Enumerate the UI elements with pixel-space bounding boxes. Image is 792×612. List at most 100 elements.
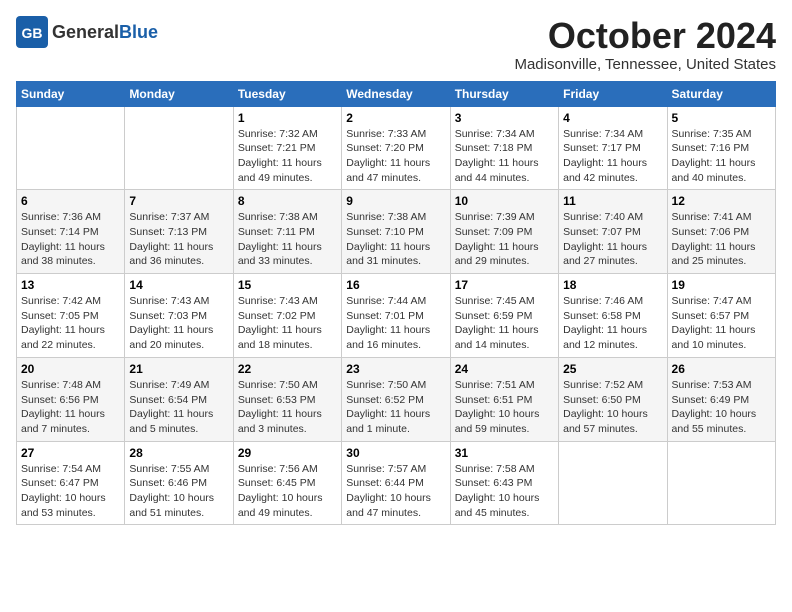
- calendar-day-cell: 25 Sunrise: 7:52 AMSunset: 6:50 PMDayligh…: [559, 357, 667, 441]
- logo-icon: GB: [16, 16, 48, 48]
- day-number: 26: [672, 362, 771, 376]
- calendar-day-cell: 13 Sunrise: 7:42 AMSunset: 7:05 PMDayligh…: [17, 274, 125, 358]
- calendar-day-cell: 22Sunrise: 7:50 AMSunset: 6:53 PMDayligh…: [233, 357, 341, 441]
- calendar-day-cell: [17, 106, 125, 190]
- calendar-day-cell: 28 Sunrise: 7:55 AMSunset: 6:46 PMDayligh…: [125, 441, 233, 525]
- day-info: Sunrise: 7:49 AMSunset: 6:54 PMDaylight:…: [129, 378, 228, 437]
- day-number: 9: [346, 194, 445, 208]
- day-number: 10: [455, 194, 554, 208]
- calendar-day-cell: 8 Sunrise: 7:38 AMSunset: 7:11 PMDaylight…: [233, 190, 341, 274]
- logo-blue: Blue: [119, 22, 158, 42]
- day-number: 5: [672, 111, 771, 125]
- day-number: 8: [238, 194, 337, 208]
- calendar-day-cell: 18 Sunrise: 7:46 AMSunset: 6:58 PMDayligh…: [559, 274, 667, 358]
- day-info: Sunrise: 7:52 AMSunset: 6:50 PMDaylight:…: [563, 378, 662, 437]
- day-info: Sunrise: 7:53 AMSunset: 6:49 PMDaylight:…: [672, 378, 771, 437]
- day-info: Sunrise: 7:46 AMSunset: 6:58 PMDaylight:…: [563, 294, 662, 353]
- calendar-header-row: SundayMondayTuesdayWednesdayThursdayFrid…: [17, 81, 776, 106]
- day-number: 2: [346, 111, 445, 125]
- calendar-table: SundayMondayTuesdayWednesdayThursdayFrid…: [16, 81, 776, 526]
- day-number: 15: [238, 278, 337, 292]
- calendar-day-cell: 10 Sunrise: 7:39 AMSunset: 7:09 PMDayligh…: [450, 190, 558, 274]
- day-info: Sunrise: 7:43 AMSunset: 7:02 PMDaylight:…: [238, 294, 337, 353]
- day-number: 1: [238, 111, 337, 125]
- day-number: 23: [346, 362, 445, 376]
- day-number: 3: [455, 111, 554, 125]
- day-header-sunday: Sunday: [17, 81, 125, 106]
- day-number: 18: [563, 278, 662, 292]
- calendar-day-cell: 23 Sunrise: 7:50 AMSunset: 6:52 PMDayligh…: [342, 357, 450, 441]
- day-info: Sunrise: 7:54 AMSunset: 6:47 PMDaylight:…: [21, 462, 120, 521]
- day-number: 28: [129, 446, 228, 460]
- day-info: Sunrise: 7:44 AMSunset: 7:01 PMDaylight:…: [346, 294, 445, 353]
- calendar-day-cell: 26 Sunrise: 7:53 AMSunset: 6:49 PMDayligh…: [667, 357, 775, 441]
- calendar-day-cell: 1 Sunrise: 7:32 AMSunset: 7:21 PMDaylight…: [233, 106, 341, 190]
- day-number: 6: [21, 194, 120, 208]
- day-info: Sunrise: 7:38 AMSunset: 7:11 PMDaylight:…: [238, 210, 337, 269]
- logo: GB GeneralBlue: [16, 16, 158, 48]
- calendar-day-cell: 20 Sunrise: 7:48 AMSunset: 6:56 PMDayligh…: [17, 357, 125, 441]
- day-number: 12: [672, 194, 771, 208]
- day-info: Sunrise: 7:32 AMSunset: 7:21 PMDaylight:…: [238, 127, 337, 186]
- day-info: Sunrise: 7:42 AMSunset: 7:05 PMDaylight:…: [21, 294, 120, 353]
- calendar-day-cell: 5 Sunrise: 7:35 AMSunset: 7:16 PMDaylight…: [667, 106, 775, 190]
- day-header-wednesday: Wednesday: [342, 81, 450, 106]
- day-header-monday: Monday: [125, 81, 233, 106]
- day-info: Sunrise: 7:43 AMSunset: 7:03 PMDaylight:…: [129, 294, 228, 353]
- day-info: Sunrise: 7:57 AMSunset: 6:44 PMDaylight:…: [346, 462, 445, 521]
- calendar-day-cell: [667, 441, 775, 525]
- logo-text: GeneralBlue: [52, 22, 158, 43]
- calendar-day-cell: 27 Sunrise: 7:54 AMSunset: 6:47 PMDayligh…: [17, 441, 125, 525]
- calendar-week-row: 1 Sunrise: 7:32 AMSunset: 7:21 PMDaylight…: [17, 106, 776, 190]
- day-info: Sunrise: 7:34 AMSunset: 7:17 PMDaylight:…: [563, 127, 662, 186]
- calendar-day-cell: 14Sunrise: 7:43 AMSunset: 7:03 PMDayligh…: [125, 274, 233, 358]
- calendar-day-cell: 6Sunrise: 7:36 AMSunset: 7:14 PMDaylight…: [17, 190, 125, 274]
- title-block: October 2024 Madisonville, Tennessee, Un…: [514, 16, 776, 73]
- day-info: Sunrise: 7:33 AMSunset: 7:20 PMDaylight:…: [346, 127, 445, 186]
- day-number: 31: [455, 446, 554, 460]
- day-number: 27: [21, 446, 120, 460]
- calendar-day-cell: 4Sunrise: 7:34 AMSunset: 7:17 PMDaylight…: [559, 106, 667, 190]
- day-info: Sunrise: 7:40 AMSunset: 7:07 PMDaylight:…: [563, 210, 662, 269]
- day-info: Sunrise: 7:47 AMSunset: 6:57 PMDaylight:…: [672, 294, 771, 353]
- day-number: 19: [672, 278, 771, 292]
- day-info: Sunrise: 7:39 AMSunset: 7:09 PMDaylight:…: [455, 210, 554, 269]
- day-info: Sunrise: 7:45 AMSunset: 6:59 PMDaylight:…: [455, 294, 554, 353]
- calendar-day-cell: 11Sunrise: 7:40 AMSunset: 7:07 PMDayligh…: [559, 190, 667, 274]
- day-info: Sunrise: 7:56 AMSunset: 6:45 PMDaylight:…: [238, 462, 337, 521]
- calendar-day-cell: 17 Sunrise: 7:45 AMSunset: 6:59 PMDayligh…: [450, 274, 558, 358]
- day-info: Sunrise: 7:41 AMSunset: 7:06 PMDaylight:…: [672, 210, 771, 269]
- day-info: Sunrise: 7:35 AMSunset: 7:16 PMDaylight:…: [672, 127, 771, 186]
- day-info: Sunrise: 7:37 AMSunset: 7:13 PMDaylight:…: [129, 210, 228, 269]
- calendar-day-cell: 19 Sunrise: 7:47 AMSunset: 6:57 PMDayligh…: [667, 274, 775, 358]
- logo-general: General: [52, 22, 119, 42]
- day-number: 20: [21, 362, 120, 376]
- day-number: 30: [346, 446, 445, 460]
- day-header-thursday: Thursday: [450, 81, 558, 106]
- day-info: Sunrise: 7:50 AMSunset: 6:53 PMDaylight:…: [238, 378, 337, 437]
- calendar-day-cell: 24Sunrise: 7:51 AMSunset: 6:51 PMDayligh…: [450, 357, 558, 441]
- day-number: 13: [21, 278, 120, 292]
- day-number: 25: [563, 362, 662, 376]
- calendar-day-cell: 2 Sunrise: 7:33 AMSunset: 7:20 PMDaylight…: [342, 106, 450, 190]
- calendar-day-cell: 15 Sunrise: 7:43 AMSunset: 7:02 PMDayligh…: [233, 274, 341, 358]
- calendar-day-cell: 29 Sunrise: 7:56 AMSunset: 6:45 PMDayligh…: [233, 441, 341, 525]
- calendar-day-cell: 21Sunrise: 7:49 AMSunset: 6:54 PMDayligh…: [125, 357, 233, 441]
- day-info: Sunrise: 7:38 AMSunset: 7:10 PMDaylight:…: [346, 210, 445, 269]
- day-header-tuesday: Tuesday: [233, 81, 341, 106]
- day-number: 16: [346, 278, 445, 292]
- calendar-week-row: 13 Sunrise: 7:42 AMSunset: 7:05 PMDayligh…: [17, 274, 776, 358]
- day-info: Sunrise: 7:48 AMSunset: 6:56 PMDaylight:…: [21, 378, 120, 437]
- day-info: Sunrise: 7:50 AMSunset: 6:52 PMDaylight:…: [346, 378, 445, 437]
- day-info: Sunrise: 7:55 AMSunset: 6:46 PMDaylight:…: [129, 462, 228, 521]
- day-number: 17: [455, 278, 554, 292]
- day-number: 29: [238, 446, 337, 460]
- day-number: 7: [129, 194, 228, 208]
- month-title: October 2024: [514, 16, 776, 56]
- calendar-day-cell: 12 Sunrise: 7:41 AMSunset: 7:06 PMDayligh…: [667, 190, 775, 274]
- location: Madisonville, Tennessee, United States: [514, 56, 776, 73]
- day-info: Sunrise: 7:58 AMSunset: 6:43 PMDaylight:…: [455, 462, 554, 521]
- day-header-saturday: Saturday: [667, 81, 775, 106]
- day-info: Sunrise: 7:34 AMSunset: 7:18 PMDaylight:…: [455, 127, 554, 186]
- calendar-day-cell: [125, 106, 233, 190]
